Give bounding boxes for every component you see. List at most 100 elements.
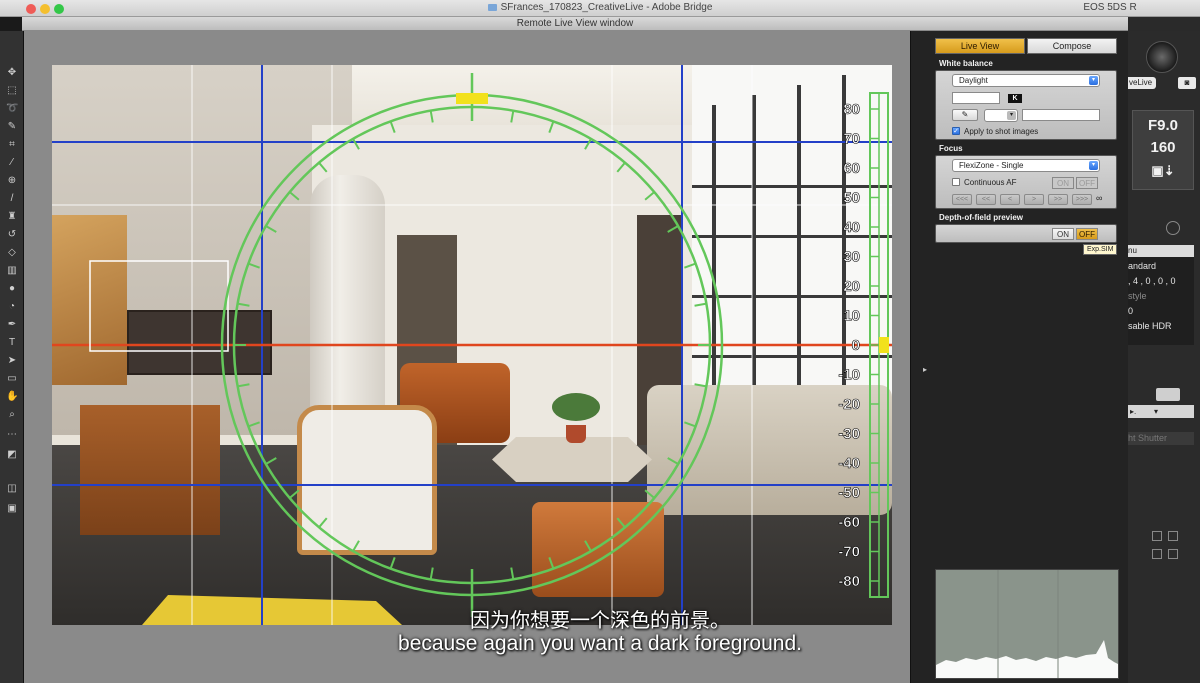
eyedropper-tool-icon[interactable]: ⁄ [6,157,18,169]
continuous-af-on[interactable]: ON [1052,177,1074,189]
subtitle-english: because again you want a dark foreground… [398,632,802,655]
eos-small-icon-2[interactable] [1168,531,1178,541]
focus-near-3-button[interactable]: <<< [952,194,972,205]
live-view-image[interactable]: 80 70 60 50 40 30 20 10 0 -10 -20 -30 -40 -50 -60 -70 -8… [52,65,892,625]
level-tick [684,421,696,428]
window-title: Remote Live View window [516,18,634,29]
eos-small-icon-4[interactable] [1168,549,1178,559]
pitch-scale-label: 60 [843,160,860,177]
continuous-af-checkbox[interactable] [952,178,960,186]
level-tick [265,457,277,465]
live-view-settings-panel: Live View Compose White balance Daylight… [910,31,1128,683]
picture-style-value[interactable]: andard [1128,261,1156,271]
eos-dropdown[interactable]: ▸. ▾ [1128,405,1194,418]
marquee-tool-icon[interactable]: ⬚ [6,85,18,97]
history-brush-icon[interactable]: ↺ [6,229,18,241]
aperture-value[interactable]: F9.0 [1133,117,1193,134]
dof-title: Depth-of-field preview [939,213,1024,222]
screen-mode-icon[interactable]: ▣ [6,503,18,515]
level-tick [352,138,360,150]
af-frame [89,260,229,352]
continuous-af-label: Continuous AF [964,178,1017,187]
eos-small-icon-1[interactable] [1152,531,1162,541]
crop-tool-icon[interactable]: ⌗ [6,139,18,151]
quick-select-tool-icon[interactable]: ✎ [6,121,18,133]
level-tick [616,162,626,173]
blur-tool-icon[interactable]: ● [6,283,18,295]
level-tick [389,557,396,569]
apply-to-shots-checkbox[interactable]: ✓ [952,127,960,135]
level-tick [584,540,592,552]
pitch-scale-label: 30 [843,249,860,266]
healing-tool-icon[interactable]: ⊕ [6,175,18,187]
pitch-scale-label: 80 [843,101,860,118]
remote-live-button[interactable]: veLive [1128,77,1156,89]
white-balance-dropdown[interactable]: Daylight ▾ [952,74,1100,87]
dof-on-button[interactable]: ON [1052,228,1074,240]
level-tick [684,262,696,269]
lasso-tool-icon[interactable]: ➰ [6,103,18,115]
path-select-tool-icon[interactable]: ➤ [6,355,18,367]
eyedropper-button[interactable]: ✎ [952,109,978,121]
shape-tool-icon[interactable]: ▭ [6,373,18,385]
tab-compose[interactable]: Compose [1027,38,1117,54]
continuous-af-off[interactable]: OFF [1076,177,1098,189]
stamp-tool-icon[interactable]: ♜ [6,211,18,223]
color-swatch-icon[interactable]: ◩ [6,449,18,461]
type-tool-icon[interactable]: T [6,337,18,349]
pitch-scale-label: -80 [838,573,860,590]
dof-off-button[interactable]: OFF [1076,228,1098,240]
pitch-scale-label: 20 [843,278,860,295]
exposure-comp-value[interactable]: 0 [1128,306,1133,316]
iso-value[interactable]: 160 [1133,139,1193,156]
level-tick [694,302,707,307]
pitch-scale-label: -20 [838,396,860,413]
timer-icon[interactable] [1166,221,1180,235]
move-tool-icon[interactable]: ✥ [6,67,18,79]
white-balance-title: White balance [939,59,993,68]
zoom-tool-icon[interactable]: ⌕ [6,409,18,421]
eos-utility-panel: veLive ◙ F9.0 160 ▣⇣ nu andard , 4 , 0 ,… [1128,31,1200,683]
camera-icon[interactable]: ◙ [1178,77,1196,89]
eraser-tool-icon[interactable]: ◇ [6,247,18,259]
pc-transfer-icon[interactable]: ▣⇣ [1133,163,1193,179]
brush-tool-icon[interactable]: / [6,193,18,205]
exposure-settings: F9.0 160 ▣⇣ [1132,110,1194,190]
focus-nav-buttons: <<< << < > >> >>> ∞ [952,193,1103,206]
focus-far-1-button[interactable]: > [1024,194,1044,205]
eos-action-button[interactable] [1156,388,1180,401]
more-tools-icon[interactable]: ⋯ [6,429,18,441]
focus-far-2-button[interactable]: >> [1048,194,1068,205]
focus-near-2-button[interactable]: << [976,194,996,205]
level-tick [265,225,277,233]
level-tick [248,262,260,269]
level-tick [584,138,592,150]
focus-far-3-button[interactable]: >>> [1072,194,1092,205]
pen-tool-icon[interactable]: ✒ [6,319,18,331]
picture-style-params[interactable]: , 4 , 0 , 0 , 0 [1128,276,1176,286]
hand-tool-icon[interactable]: ✋ [6,391,18,403]
focus-near-1-button[interactable]: < [1000,194,1020,205]
eos-utility-title: EOS 5DS R [1083,2,1137,13]
focus-title: Focus [939,144,963,153]
eos-disabled-button[interactable]: ht Shutter [1128,432,1194,445]
level-tick [548,557,555,569]
dodge-tool-icon[interactable]: ◔ [6,301,18,313]
wb-shift-dropdown[interactable]: ▾ [984,109,1018,122]
wb-shift-field[interactable] [1022,109,1100,121]
mode-dial-icon[interactable] [1146,41,1178,73]
infinity-icon: ∞ [1096,193,1103,203]
white-balance-box: Daylight ▾ K ✎ ▾ ✓ Apply to shot images [935,70,1117,140]
kelvin-field[interactable] [952,92,1000,104]
gradient-tool-icon[interactable]: ▥ [6,265,18,277]
focus-mode-dropdown[interactable]: FlexiZone - Single ▾ [952,159,1100,172]
hdr-setting[interactable]: sable HDR [1128,321,1172,331]
app-titlebar: SFrances_170823_CreativeLive - Adobe Bri… [0,0,1200,17]
level-tick [389,121,396,133]
tab-live-view[interactable]: Live View [935,38,1025,54]
eos-small-icon-3[interactable] [1152,549,1162,559]
quick-mask-icon[interactable]: ◫ [6,483,18,495]
level-tick [289,191,300,201]
panel-collapse-arrow-icon[interactable]: ▸ [923,365,927,374]
pitch-scale-label: 40 [843,219,860,236]
